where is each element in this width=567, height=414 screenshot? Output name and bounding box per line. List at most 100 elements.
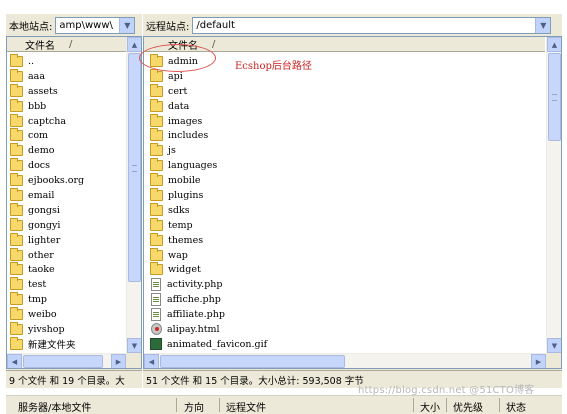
list-item[interactable]: captcha	[10, 113, 141, 129]
list-item[interactable]: sdks	[150, 202, 561, 218]
list-item[interactable]: demo	[10, 143, 141, 158]
list-item[interactable]: animated_favicon.gif	[150, 337, 561, 352]
list-item[interactable]: languages	[150, 158, 561, 173]
folder-icon	[10, 217, 23, 231]
list-item[interactable]: mobile	[150, 173, 561, 188]
scroll-right-icon[interactable]: ▶	[111, 354, 126, 368]
list-item[interactable]: aaa	[10, 68, 141, 84]
scroll-left-icon[interactable]: ◀	[144, 354, 159, 368]
list-item[interactable]: widget	[150, 262, 561, 277]
list-item[interactable]: wap	[150, 247, 561, 263]
remote-file-list[interactable]: 文件名 / admin api cert data images includes js la…	[143, 36, 562, 369]
list-item[interactable]: gongsi	[10, 202, 141, 218]
list-item[interactable]: includes	[150, 128, 561, 143]
list-item[interactable]: test	[10, 277, 141, 292]
item-name: ejbooks.org	[28, 175, 85, 187]
list-item[interactable]: images	[150, 113, 561, 129]
list-item[interactable]: affiche.php	[150, 292, 561, 307]
list-item[interactable]: alipay.html	[150, 322, 561, 337]
folder-icon	[10, 68, 23, 82]
folder-icon	[10, 336, 23, 350]
item-name: wap	[168, 249, 188, 261]
scroll-thumb[interactable]	[23, 355, 103, 368]
list-item[interactable]: gongyi	[10, 217, 141, 233]
local-column-header[interactable]: 文件名 /	[7, 37, 127, 52]
list-item[interactable]: cert	[150, 83, 561, 99]
remote-vertical-scrollbar[interactable]: ▲ ▼	[546, 37, 561, 353]
chevron-down-icon[interactable]: ▼	[119, 17, 135, 33]
list-item[interactable]: weibo	[10, 307, 141, 322]
list-item[interactable]: other	[10, 247, 141, 263]
sort-indicator: /	[212, 38, 216, 50]
scroll-down-icon[interactable]: ▼	[127, 338, 141, 353]
scroll-corner	[546, 353, 561, 368]
queue-col-priority[interactable]: 优先级	[453, 399, 483, 414]
list-item[interactable]: email	[10, 187, 141, 203]
list-item[interactable]: taoke	[10, 262, 141, 277]
list-item[interactable]: lighter	[10, 232, 141, 248]
list-item[interactable]: api	[150, 68, 561, 84]
queue-col-server-file[interactable]: 服务器/本地文件	[18, 399, 91, 414]
local-path-combo[interactable]: amp\www\ ▼	[55, 16, 136, 34]
scroll-right-icon[interactable]: ▶	[531, 354, 546, 368]
item-name: ..	[28, 55, 35, 67]
column-divider	[446, 398, 447, 412]
list-item[interactable]: themes	[150, 232, 561, 248]
list-item[interactable]: com	[10, 128, 141, 143]
list-item[interactable]: activity.php	[150, 277, 561, 292]
item-name: bbb	[28, 100, 47, 112]
local-horizontal-scrollbar[interactable]: ◀ ▶	[7, 353, 126, 368]
local-path-value[interactable]: amp\www\	[56, 20, 119, 31]
remote-path-value[interactable]: /default	[193, 20, 535, 31]
remote-horizontal-scrollbar[interactable]: ◀ ▶	[144, 353, 546, 368]
folder-icon	[150, 98, 163, 112]
local-vertical-scrollbar[interactable]: ▲ ▼	[126, 37, 141, 353]
column-divider	[219, 398, 220, 412]
queue-col-remote-file[interactable]: 远程文件	[226, 399, 266, 414]
local-column-name[interactable]: 文件名	[7, 37, 55, 52]
list-item[interactable]: tmp	[10, 292, 141, 307]
queue-col-direction[interactable]: 方向	[184, 399, 204, 414]
chevron-down-icon[interactable]: ▼	[535, 17, 551, 33]
scroll-down-icon[interactable]: ▼	[547, 338, 561, 353]
folder-icon	[10, 173, 23, 187]
column-divider	[176, 398, 177, 412]
item-name: sdks	[168, 204, 190, 216]
list-item[interactable]: 新建文件夹	[10, 336, 141, 352]
item-name: gongyi	[28, 219, 61, 231]
folder-icon	[10, 262, 23, 276]
scroll-thumb[interactable]	[548, 53, 561, 141]
folder-icon	[10, 202, 23, 216]
scroll-up-icon[interactable]: ▲	[547, 37, 561, 52]
list-item[interactable]: ..	[10, 53, 141, 69]
list-item[interactable]: plugins	[150, 187, 561, 203]
queue-col-size[interactable]: 大小	[420, 399, 440, 414]
annotation-ellipse	[139, 44, 216, 72]
list-item[interactable]: js	[150, 143, 561, 158]
folder-icon	[10, 98, 23, 112]
list-item[interactable]: ejbooks.org	[10, 173, 141, 188]
folder-icon	[10, 321, 23, 335]
remote-path-combo[interactable]: /default ▼	[192, 16, 552, 34]
item-name: gongsi	[28, 204, 60, 216]
list-item[interactable]: yivshop	[10, 321, 141, 337]
folder-icon	[150, 83, 163, 97]
queue-col-status[interactable]: 状态	[506, 399, 526, 414]
list-item[interactable]: bbb	[10, 98, 141, 114]
remote-pane: 远程站点: /default ▼ 文件名 / admin api cert data i…	[143, 14, 562, 388]
list-item[interactable]: data	[150, 98, 561, 114]
column-divider	[499, 398, 500, 412]
item-name: email	[28, 189, 55, 201]
scroll-left-icon[interactable]: ◀	[7, 354, 22, 368]
scroll-thumb[interactable]	[128, 53, 141, 282]
list-item[interactable]: docs	[10, 158, 141, 173]
gif-file-icon	[150, 338, 162, 351]
folder-icon	[150, 247, 163, 261]
list-item[interactable]: affiliate.php	[150, 307, 561, 322]
scroll-up-icon[interactable]: ▲	[127, 37, 141, 52]
local-file-list[interactable]: 文件名 / .. aaa assets bbb captcha com demo docs ej…	[6, 36, 142, 369]
list-item[interactable]: assets	[10, 83, 141, 99]
scroll-thumb[interactable]	[160, 355, 345, 368]
list-item[interactable]: temp	[150, 217, 561, 233]
item-name: includes	[168, 130, 209, 142]
